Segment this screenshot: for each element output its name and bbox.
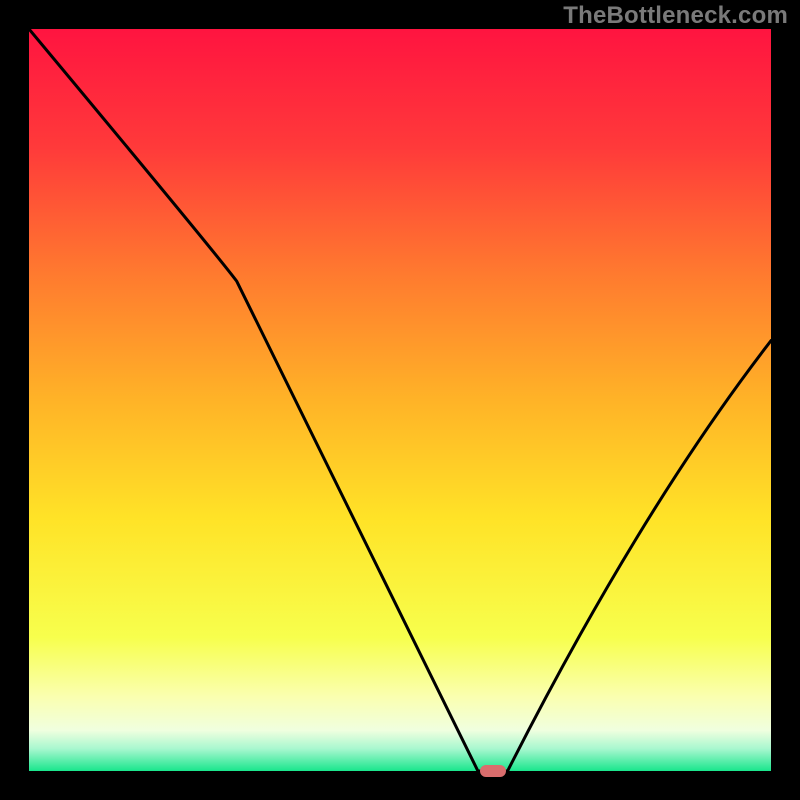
chart-container: TheBottleneck.com <box>0 0 800 800</box>
watermark-text: TheBottleneck.com <box>563 2 788 30</box>
plot-area <box>29 29 771 771</box>
bottleneck-curve <box>29 29 771 771</box>
optimum-marker <box>480 765 506 777</box>
